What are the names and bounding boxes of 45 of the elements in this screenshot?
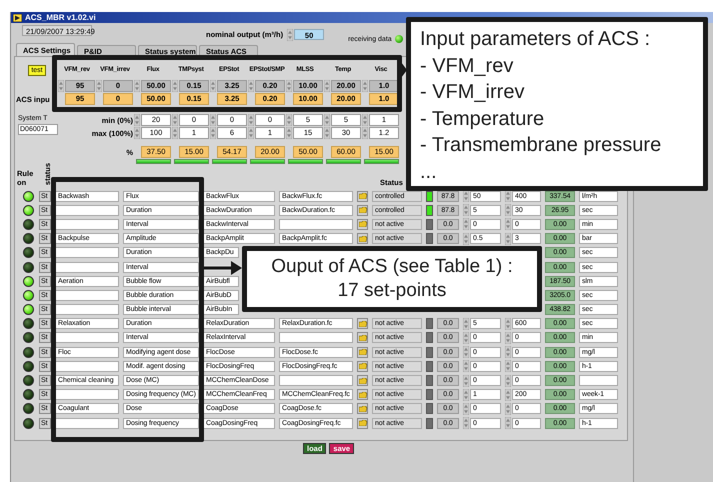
input-field[interactable] (55, 304, 119, 316)
browse-button[interactable] (357, 418, 368, 429)
indicator-bar (288, 159, 323, 164)
browse-button[interactable] (357, 360, 368, 372)
browse-button[interactable] (357, 218, 368, 230)
callout-line: - Transmembrane pressure (420, 133, 662, 158)
callout-line: Input parameters of ACS : (420, 27, 650, 52)
callout-line: - VFM_rev (420, 54, 514, 78)
input-field[interactable] (55, 218, 119, 230)
input-field[interactable] (279, 218, 353, 230)
callout-line: - Temperature (420, 106, 544, 132)
window-title: ACS_MBR v1.02.vi (25, 12, 96, 22)
browse-button[interactable] (357, 190, 368, 202)
input-field[interactable] (279, 375, 353, 386)
input-field[interactable] (55, 418, 119, 429)
browse-button[interactable] (357, 346, 368, 358)
indicator-bar (212, 159, 247, 164)
spinner-icon[interactable] (505, 190, 511, 202)
callout-line: - VFM_irrev (420, 80, 524, 105)
callout-line: Ouput of ACS (see Table 1) : (271, 255, 513, 279)
input-field[interactable] (55, 360, 119, 372)
input-field[interactable] (55, 204, 119, 216)
input-field[interactable] (55, 247, 119, 258)
unit-field[interactable] (579, 375, 618, 386)
spinner-icon[interactable] (463, 190, 469, 202)
indicator-bar (136, 159, 171, 164)
indicator-bar (174, 159, 209, 164)
indicator-bar (250, 159, 285, 164)
callout-line: ... (420, 160, 437, 184)
browse-button[interactable] (357, 318, 368, 330)
app-icon (13, 14, 22, 22)
browse-button[interactable] (357, 375, 368, 386)
input-field[interactable] (55, 332, 119, 344)
browse-button[interactable] (357, 332, 368, 344)
input-field[interactable] (55, 262, 119, 273)
browse-button[interactable] (357, 204, 368, 216)
indicator-bar (326, 159, 361, 164)
input-field[interactable] (55, 389, 119, 400)
input-field[interactable] (55, 290, 119, 301)
browse-button[interactable] (357, 403, 368, 414)
browse-button[interactable] (357, 233, 368, 244)
callout-line: 17 set-points (338, 279, 446, 303)
indicator-bar (364, 159, 399, 164)
browse-button[interactable] (357, 389, 368, 400)
input-field[interactable] (279, 332, 353, 344)
